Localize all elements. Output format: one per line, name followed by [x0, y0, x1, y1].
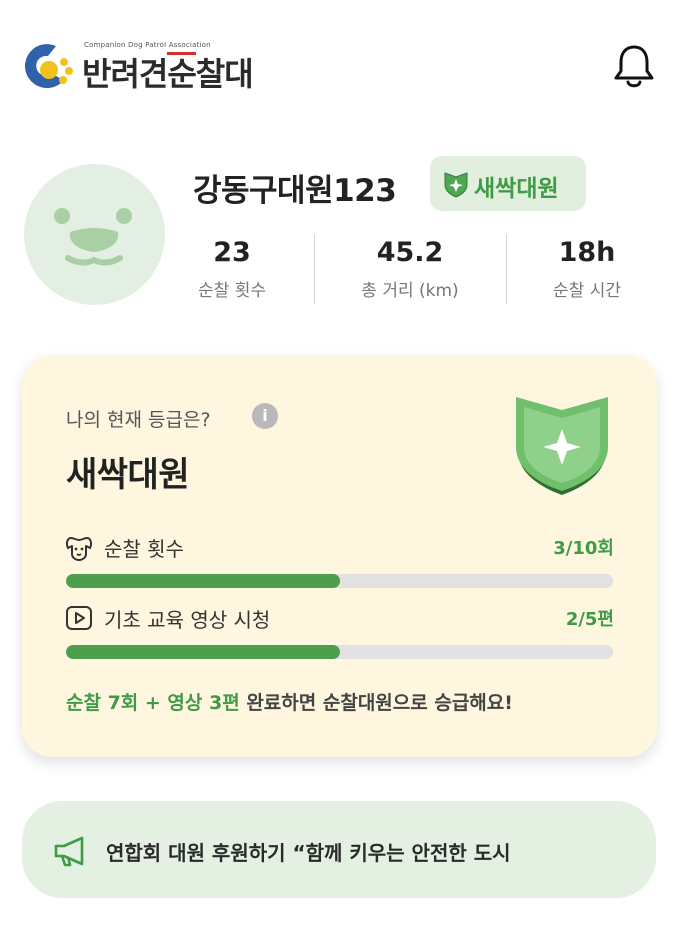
promotion-note-highlight: 순찰 7회 + 영상 3편	[66, 692, 240, 714]
stat-divider	[506, 234, 507, 304]
dog-icon	[66, 537, 92, 561]
logo-title-part1: 반려견	[82, 55, 168, 93]
promotion-note-rest: 완료하면 순찰대원으로 승급해요!	[239, 692, 513, 714]
grade-badge[interactable]: 새싹대원	[430, 156, 586, 211]
stat-value: 23	[213, 237, 251, 268]
grade-question: 나의 현재 등급은?	[66, 409, 211, 431]
profile-avatar[interactable]	[24, 164, 165, 305]
stat-total-distance: 45.2 총 거리 (km)	[350, 236, 470, 301]
support-banner-text: 연합회 대원 후원하기 “함께 키우는 안전한 도시	[106, 841, 511, 865]
stat-label: 순찰 시간	[553, 281, 621, 301]
progress-bar-fill	[66, 574, 340, 588]
sprout-shield-badge-icon	[516, 397, 608, 495]
logo-title-accent: 순	[167, 52, 197, 93]
app-logo[interactable]: Companion Dog Patrol Association 반려견순찰대	[22, 38, 322, 94]
progress-value: 3/10회	[553, 538, 614, 559]
stat-value: 45.2	[376, 237, 444, 268]
progress-bar-fill	[66, 645, 340, 659]
user-nickname: 강동구대원123	[193, 173, 397, 209]
stat-label: 순찰 횟수	[198, 281, 266, 301]
progress-label: 순찰 횟수	[104, 537, 184, 561]
logo-title-part2: 찰대	[195, 55, 254, 93]
app-header: Companion Dog Patrol Association 반려견순찰대	[0, 0, 678, 120]
stat-label: 총 거리 (km)	[361, 281, 459, 301]
stat-patrol-time: 18h 순찰 시간	[527, 236, 647, 301]
sprout-shield-icon	[444, 172, 468, 198]
logo-subtitle: Companion Dog Patrol Association	[84, 41, 211, 49]
grade-badge-label: 새싹대원	[474, 176, 559, 202]
stat-divider	[314, 234, 315, 304]
dog-face-avatar-icon	[54, 208, 132, 266]
current-grade-name: 새싹대원	[66, 455, 190, 495]
progress-label: 기초 교육 영상 시청	[104, 608, 271, 632]
progress-bar	[66, 574, 613, 588]
info-icon[interactable]: i	[252, 403, 278, 429]
logo-title: 반려견순찰대	[82, 49, 254, 95]
grade-card[interactable]: 나의 현재 등급은? i 새싹대원 순찰 횟수 3/10회 기초 교육 영상 시…	[22, 355, 657, 757]
progress-bar	[66, 645, 613, 659]
megaphone-icon	[54, 836, 84, 867]
promotion-note: 순찰 7회 + 영상 3편 완료하면 순찰대원으로 승급해요!	[66, 688, 513, 715]
play-icon	[66, 606, 92, 630]
stat-patrol-count: 23 순찰 횟수	[172, 236, 292, 301]
stat-value: 18h	[558, 237, 616, 268]
logo-mark-icon	[24, 44, 73, 89]
progress-value: 2/5편	[565, 609, 614, 630]
support-banner[interactable]: 연합회 대원 후원하기 “함께 키우는 안전한 도시	[22, 801, 656, 898]
bell-icon[interactable]	[612, 42, 656, 90]
